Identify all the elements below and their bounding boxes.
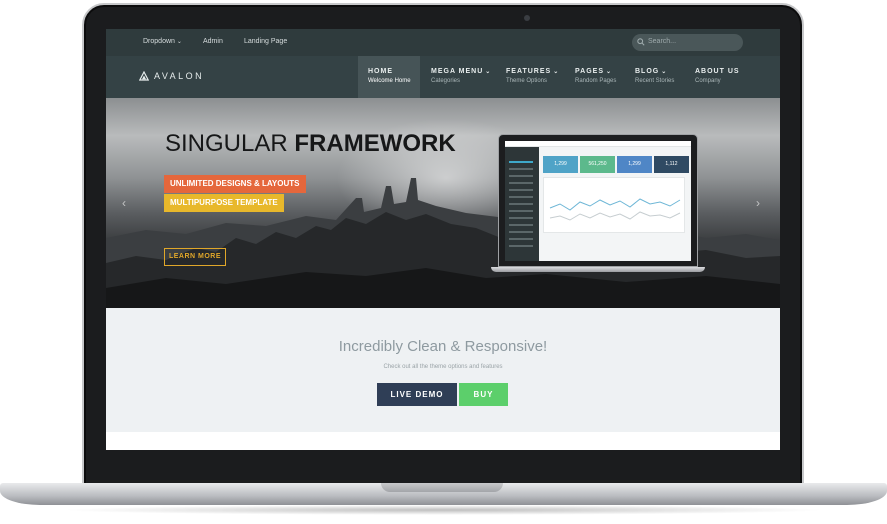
preview-dashboard: 1,299 561,250 1,299 1,112	[505, 141, 691, 261]
camera-icon	[524, 15, 530, 21]
section-subtitle: Check out all the theme options and feat…	[383, 364, 503, 370]
preview-laptop-base	[491, 267, 705, 272]
preview-line-chart	[543, 177, 685, 233]
cta-section: Incredibly Clean & Responsive! Check out…	[106, 308, 780, 432]
nav-about-us[interactable]: ABOUT US Company	[695, 56, 740, 98]
preview-stat-tile: 561,250	[580, 156, 615, 173]
badge-unlimited-designs: UNLIMITED DESIGNS & LAYOUTS	[164, 175, 306, 193]
preview-laptop: 1,299 561,250 1,299 1,112	[498, 134, 698, 267]
top-utility-bar: Dropdown ⌄ Admin Landing Page Search...	[106, 29, 780, 56]
chevron-down-icon: ⌄	[553, 69, 560, 75]
topbar-link-dropdown[interactable]: Dropdown ⌄	[143, 38, 182, 45]
preview-sidebar	[505, 147, 539, 261]
main-navbar: AVALON HOME Welcome Home MEGA MENU ⌄ Cate…	[106, 56, 780, 98]
search-placeholder: Search...	[648, 38, 677, 45]
buy-button[interactable]: BUY	[459, 383, 508, 406]
preview-stat-tile: 1,299	[617, 156, 652, 173]
nav-features[interactable]: FEATURES ⌄ Theme Options	[506, 56, 559, 98]
nav-home[interactable]: HOME Welcome Home	[358, 56, 420, 98]
nav-mega-menu[interactable]: MEGA MENU ⌄ Categories	[431, 56, 491, 98]
hero-title: SINGULAR FRAMEWORK	[165, 130, 456, 157]
search-input[interactable]: Search...	[632, 34, 743, 51]
nav-blog[interactable]: BLOG ⌄ Recent Stories	[635, 56, 674, 98]
topbar-link-admin[interactable]: Admin	[203, 38, 223, 45]
preview-stat-tile: 1,299	[543, 156, 578, 173]
preview-stat-tile: 1,112	[654, 156, 689, 173]
laptop-shadow	[60, 505, 827, 515]
chevron-down-icon: ⌄	[606, 69, 613, 75]
chevron-down-icon: ⌄	[661, 69, 668, 75]
section-title: Incredibly Clean & Responsive!	[338, 338, 548, 355]
hero-slider: ‹ › SINGULAR FRAMEWORK UNLIMITED DESIGNS…	[106, 98, 780, 308]
brand-logo[interactable]: AVALON	[139, 71, 204, 81]
badge-multipurpose: MULTIPURPOSE TEMPLATE	[164, 194, 284, 212]
laptop-notch	[381, 483, 503, 492]
website-screen: Dropdown ⌄ Admin Landing Page Search... A…	[106, 29, 780, 450]
slider-next-arrow[interactable]: ›	[756, 196, 760, 210]
live-demo-button[interactable]: LIVE DEMO	[377, 383, 457, 406]
laptop-mockup: Dropdown ⌄ Admin Landing Page Search... A…	[0, 0, 887, 524]
slider-prev-arrow[interactable]: ‹	[122, 196, 126, 210]
nav-pages[interactable]: PAGES ⌄ Random Pages	[575, 56, 616, 98]
chevron-down-icon: ⌄	[485, 69, 492, 75]
learn-more-button[interactable]: LEARN MORE	[164, 248, 226, 266]
chevron-down-icon: ⌄	[176, 39, 182, 45]
search-icon	[637, 38, 645, 46]
page-footer-strip	[106, 432, 780, 450]
topbar-link-landing-page[interactable]: Landing Page	[244, 38, 287, 45]
triangle-logo-icon	[139, 71, 149, 81]
